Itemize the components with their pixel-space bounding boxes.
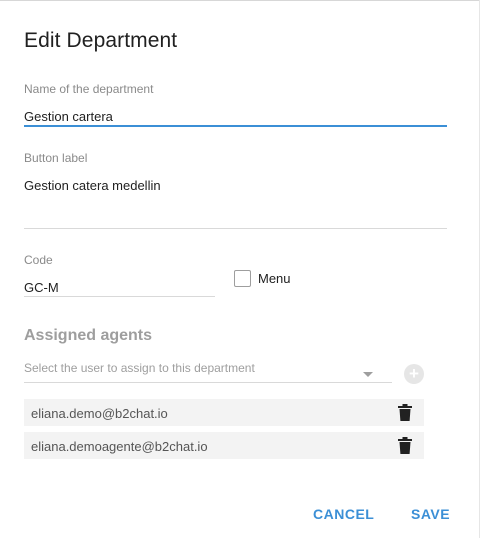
assigned-agents-title: Assigned agents	[24, 327, 153, 344]
agent-list-item: eliana.demo@b2chat.io	[24, 399, 424, 426]
agent-select[interactable]: Select the user to assign to this depart…	[24, 361, 255, 375]
name-field-label: Name of the department	[24, 82, 154, 96]
name-field-input[interactable]: Gestion cartera	[24, 109, 113, 124]
agent-list-item: eliana.demoagente@b2chat.io	[24, 432, 424, 459]
agent-email: eliana.demoagente@b2chat.io	[31, 439, 208, 454]
code-field-input[interactable]: GC-M	[24, 280, 59, 295]
trash-icon[interactable]	[398, 404, 412, 421]
dialog-top-edge	[0, 0, 480, 1]
name-field-underline	[24, 125, 447, 127]
agent-email: eliana.demo@b2chat.io	[31, 406, 168, 421]
edit-department-dialog: Edit Department Name of the department G…	[0, 0, 480, 538]
menu-checkbox[interactable]	[234, 270, 251, 287]
agent-select-underline	[24, 382, 392, 383]
dialog-title: Edit Department	[24, 29, 178, 52]
cancel-button[interactable]: CANCEL	[313, 506, 374, 522]
code-field-underline	[24, 296, 215, 297]
save-button[interactable]: SAVE	[411, 506, 450, 522]
add-agent-button[interactable]: +	[404, 364, 424, 384]
menu-checkbox-label[interactable]: Menu	[258, 271, 291, 286]
trash-icon[interactable]	[398, 437, 412, 454]
code-field-label: Code	[24, 253, 53, 267]
plus-icon: +	[409, 364, 419, 383]
button-label-field-input[interactable]: Gestion catera medellin	[24, 178, 161, 193]
button-label-field-underline	[24, 228, 447, 229]
chevron-down-icon[interactable]	[363, 372, 373, 377]
button-label-field-label: Button label	[24, 151, 88, 165]
